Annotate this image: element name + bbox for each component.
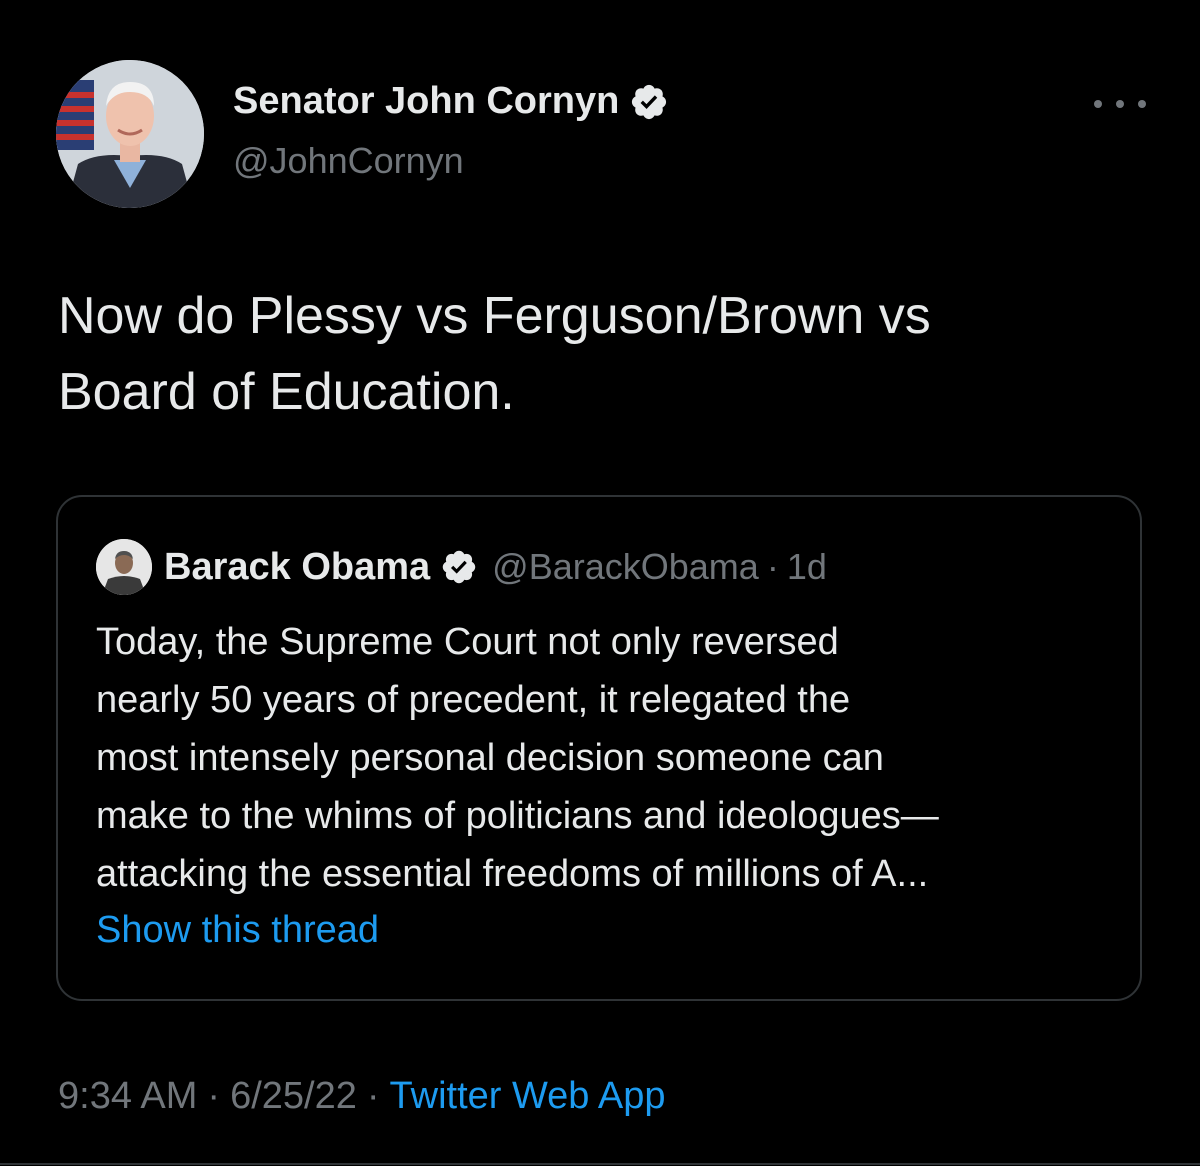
author-name[interactable]: Senator John Cornyn <box>233 80 619 123</box>
author-handle[interactable]: @JohnCornyn <box>233 140 464 182</box>
tweet-source-link[interactable]: Twitter Web App <box>390 1075 666 1117</box>
quoted-text-line: most intensely personal decision someone… <box>96 737 884 779</box>
tweet-text-line: Board of Education. <box>58 363 515 421</box>
quoted-tweet-text: Today, the Supreme Court not only revers… <box>96 613 1116 903</box>
more-dot <box>1116 100 1124 108</box>
more-dot <box>1138 100 1146 108</box>
tweet-metadata: 9:34 AM · 6/25/22 · Twitter Web App <box>58 1075 666 1118</box>
quoted-timestamp[interactable]: 1d <box>787 546 827 588</box>
quoted-avatar-image <box>96 539 152 595</box>
tweet-time[interactable]: 9:34 AM <box>58 1075 197 1117</box>
author-avatar[interactable] <box>56 60 204 208</box>
quoted-text-line: Today, the Supreme Court not only revers… <box>96 621 839 663</box>
quoted-text-line: make to the whims of politicians and ide… <box>96 795 939 837</box>
quoted-separator: · <box>766 546 779 587</box>
tweet-date[interactable]: 6/25/22 <box>230 1075 357 1117</box>
quoted-text-line: attacking the essential freedoms of mill… <box>96 853 929 895</box>
tweet-text: Now do Plessy vs Ferguson/Brown vs Board… <box>58 278 1158 430</box>
author-name-row: Senator John Cornyn <box>233 80 669 123</box>
bottom-divider <box>0 1163 1200 1165</box>
verified-badge-icon <box>440 548 478 586</box>
quoted-text-line: nearly 50 years of precedent, it relegat… <box>96 679 851 721</box>
quoted-author-name[interactable]: Barack Obama <box>164 546 430 589</box>
meta-separator: · <box>366 1075 380 1117</box>
more-dot <box>1094 100 1102 108</box>
meta-separator: · <box>207 1075 221 1117</box>
quoted-author-handle[interactable]: @BarackObama <box>492 546 759 588</box>
quoted-tweet-header: Barack Obama @BarackObama · 1d <box>96 539 827 595</box>
more-options-icon[interactable] <box>1094 90 1146 118</box>
quoted-tweet-card[interactable]: Barack Obama @BarackObama · 1d Today, th… <box>56 495 1142 1001</box>
verified-badge-icon <box>629 82 669 122</box>
quoted-author-avatar[interactable] <box>96 539 152 595</box>
tweet-detail: Senator John Cornyn @JohnCornyn Now do P… <box>0 0 1200 1166</box>
show-thread-link[interactable]: Show this thread <box>96 909 379 952</box>
author-avatar-image <box>56 60 204 208</box>
tweet-text-line: Now do Plessy vs Ferguson/Brown vs <box>58 287 931 345</box>
